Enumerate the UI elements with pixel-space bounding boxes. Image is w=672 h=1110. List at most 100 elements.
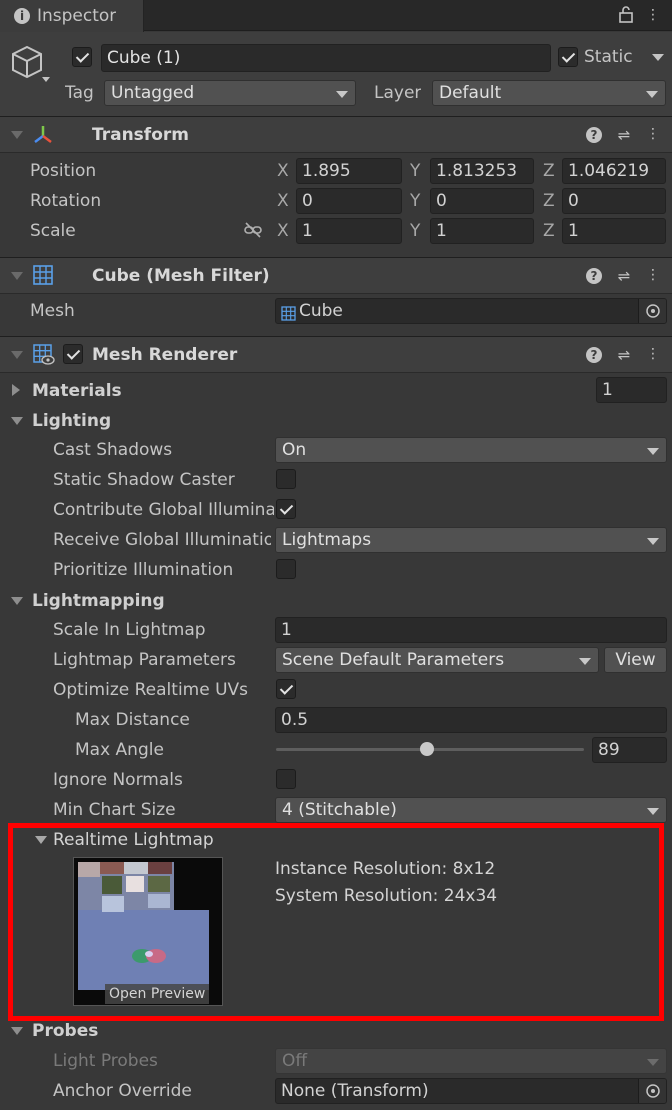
- cast-shadows-dropdown[interactable]: On: [275, 437, 667, 463]
- presets-icon[interactable]: ⇌: [614, 267, 634, 285]
- static-label: Static: [584, 47, 633, 67]
- lighting-label[interactable]: Lighting: [32, 411, 111, 431]
- lightmapping-label[interactable]: Lightmapping: [32, 591, 165, 611]
- probes-foldout[interactable]: [11, 1027, 23, 1035]
- tag-label: Tag: [65, 83, 94, 103]
- mesh-filter-header[interactable]: Cube (Mesh Filter) ? ⇌ ⋮: [0, 257, 672, 294]
- rotation-z-field[interactable]: 0: [562, 188, 666, 214]
- realtime-lightmap-label[interactable]: Realtime Lightmap: [53, 830, 214, 850]
- view-button-label: View: [615, 650, 656, 670]
- materials-count-field[interactable]: 1: [596, 377, 667, 403]
- max-angle-slider-thumb[interactable]: [419, 742, 434, 756]
- cast-shadows-label: Cast Shadows: [53, 440, 173, 460]
- ignore-normals-label: Ignore Normals: [53, 770, 183, 790]
- transform-foldout[interactable]: [11, 131, 23, 139]
- mesh-filter-title: Cube (Mesh Filter): [92, 266, 270, 286]
- rotation-x-field[interactable]: 0: [296, 188, 402, 214]
- scale-x-field[interactable]: 1: [296, 218, 402, 244]
- gameobject-cube-icon[interactable]: [10, 43, 52, 90]
- min-chart-size-label: Min Chart Size: [53, 800, 176, 820]
- object-picker-icon[interactable]: [638, 1079, 666, 1103]
- realtime-lightmap-foldout[interactable]: [35, 836, 47, 844]
- position-x-field[interactable]: 1.895: [296, 158, 402, 184]
- position-y-label[interactable]: Y: [410, 161, 420, 181]
- help-icon[interactable]: ?: [586, 127, 602, 143]
- presets-icon[interactable]: ⇌: [614, 126, 634, 144]
- mesh-renderer-foldout[interactable]: [11, 351, 23, 359]
- view-button[interactable]: View: [604, 647, 667, 673]
- lightmap-parameters-value: Scene Default Parameters: [282, 650, 505, 670]
- position-z-field[interactable]: 1.046219: [562, 158, 666, 184]
- scale-y-label[interactable]: Y: [410, 221, 420, 241]
- more-menu-icon[interactable]: ⋮: [644, 6, 662, 24]
- layer-dropdown[interactable]: Default: [432, 80, 666, 106]
- mesh-object-field[interactable]: Cube: [275, 298, 667, 324]
- static-shadow-caster-label: Static Shadow Caster: [53, 470, 235, 490]
- optimize-realtime-uvs-checkbox[interactable]: [276, 679, 296, 699]
- lock-icon[interactable]: [617, 5, 635, 27]
- position-z-label[interactable]: Z: [543, 161, 555, 181]
- mesh-renderer-enabled-checkbox[interactable]: [63, 344, 83, 364]
- materials-label[interactable]: Materials: [32, 381, 122, 401]
- ignore-normals-checkbox[interactable]: [276, 769, 296, 789]
- min-chart-size-value: 4 (Stitchable): [282, 800, 397, 820]
- anchor-override-label: Anchor Override: [53, 1081, 192, 1101]
- scale-z-label[interactable]: Z: [543, 221, 555, 241]
- lightmap-parameters-dropdown[interactable]: Scene Default Parameters: [275, 647, 599, 673]
- presets-icon[interactable]: ⇌: [614, 346, 634, 364]
- lightmap-parameters-label: Lightmap Parameters: [53, 650, 236, 670]
- receive-gi-dropdown[interactable]: Lightmaps: [275, 527, 667, 553]
- scale-in-lightmap-field[interactable]: 1: [275, 617, 667, 643]
- component-menu-icon[interactable]: ⋮: [644, 266, 662, 284]
- tab-inspector[interactable]: i Inspector: [0, 0, 144, 32]
- static-shadow-caster-checkbox[interactable]: [276, 469, 296, 489]
- tag-value: Untagged: [111, 83, 195, 103]
- help-icon[interactable]: ?: [586, 268, 602, 284]
- rotation-y-field[interactable]: 0: [430, 188, 534, 214]
- component-menu-icon[interactable]: ⋮: [644, 345, 662, 363]
- scale-y-field[interactable]: 1: [430, 218, 534, 244]
- object-picker-icon[interactable]: [638, 299, 666, 323]
- position-x-label[interactable]: X: [277, 161, 289, 181]
- scale-x-label[interactable]: X: [277, 221, 289, 241]
- anchor-override-field[interactable]: None (Transform): [275, 1078, 667, 1104]
- max-angle-label: Max Angle: [75, 740, 164, 760]
- system-resolution-text: System Resolution: 24x34: [275, 886, 498, 906]
- transform-title: Transform: [92, 125, 189, 145]
- object-name-field[interactable]: Cube (1): [101, 44, 551, 72]
- tag-dropdown[interactable]: Untagged: [104, 80, 356, 106]
- rotation-y-label[interactable]: Y: [410, 191, 420, 211]
- help-icon[interactable]: ?: [586, 347, 602, 363]
- lightmapping-foldout[interactable]: [11, 597, 23, 605]
- active-checkbox[interactable]: [72, 47, 92, 67]
- prioritize-illumination-label: Prioritize Illumination: [53, 560, 234, 580]
- position-y-field[interactable]: 1.813253: [430, 158, 534, 184]
- component-menu-icon[interactable]: ⋮: [644, 125, 662, 143]
- rotation-z-label[interactable]: Z: [543, 191, 555, 211]
- prioritize-illumination-checkbox[interactable]: [276, 559, 296, 579]
- constrain-proportions-icon[interactable]: [243, 221, 263, 244]
- anchor-override-value: None (Transform): [281, 1081, 429, 1101]
- mesh-label: Mesh: [30, 301, 75, 321]
- transform-header[interactable]: Transform ? ⇌ ⋮: [0, 116, 672, 153]
- lighting-foldout[interactable]: [11, 417, 23, 425]
- mesh-icon: [281, 304, 296, 323]
- min-chart-size-dropdown[interactable]: 4 (Stitchable): [275, 797, 667, 823]
- static-checkbox[interactable]: [558, 47, 578, 67]
- receive-gi-value: Lightmaps: [282, 530, 372, 550]
- materials-foldout[interactable]: [12, 384, 20, 396]
- contribute-gi-checkbox[interactable]: [276, 499, 296, 519]
- static-dropdown-arrow[interactable]: [652, 54, 664, 61]
- rotation-label: Rotation: [30, 191, 102, 211]
- mesh-renderer-title: Mesh Renderer: [92, 345, 238, 365]
- light-probes-label: Light Probes: [53, 1051, 158, 1071]
- max-angle-field[interactable]: 89: [592, 737, 667, 763]
- max-distance-field[interactable]: 0.5: [275, 707, 667, 733]
- mesh-filter-foldout[interactable]: [11, 272, 23, 280]
- lightmap-preview[interactable]: Open Preview: [73, 857, 223, 1006]
- scale-z-field[interactable]: 1: [562, 218, 666, 244]
- mesh-renderer-header[interactable]: Mesh Renderer ? ⇌ ⋮: [0, 336, 672, 373]
- open-preview-button[interactable]: Open Preview: [105, 984, 210, 1004]
- probes-label[interactable]: Probes: [32, 1021, 98, 1041]
- rotation-x-label[interactable]: X: [277, 191, 289, 211]
